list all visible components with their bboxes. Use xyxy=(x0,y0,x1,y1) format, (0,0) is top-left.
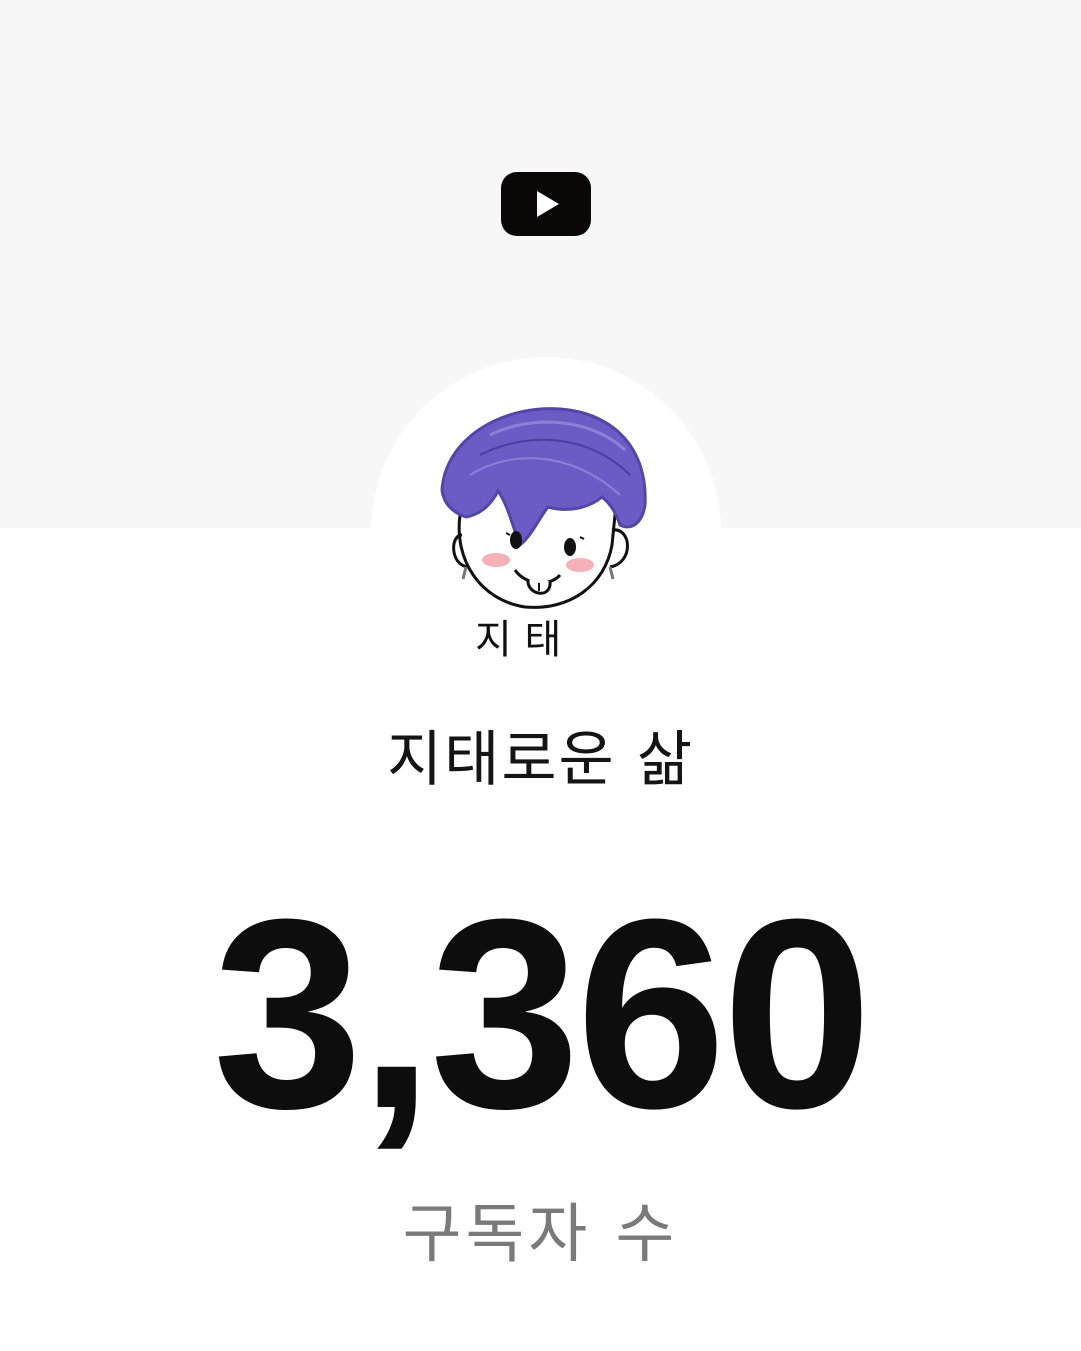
cartoon-avatar-icon: 지 태 xyxy=(440,407,647,663)
avatar-name-text: 지 태 xyxy=(475,617,561,663)
subscriber-count: 3,360 xyxy=(212,864,873,1165)
youtube-play-icon[interactable] xyxy=(501,172,591,236)
subscriber-label: 구독자 수 xyxy=(402,1198,679,1272)
channel-name: 지태로운 삶 xyxy=(386,725,695,795)
